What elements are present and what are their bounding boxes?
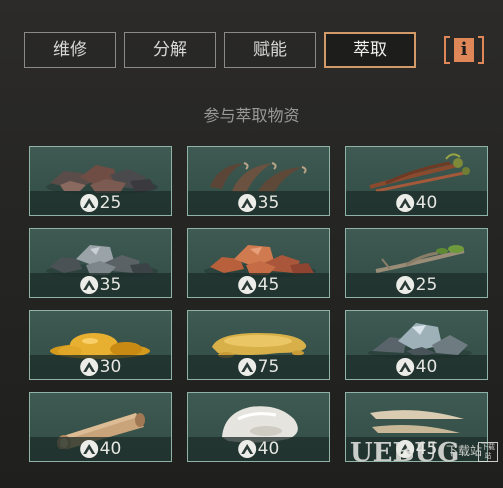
tab-repair[interactable]: 维修 <box>24 32 116 68</box>
tab-dismantle[interactable]: 分解 <box>124 32 216 68</box>
level-badge: 40 <box>395 193 438 213</box>
level-rank-icon <box>237 276 256 294</box>
tab-extract[interactable]: 萃取 <box>324 32 416 68</box>
level-rank-icon <box>79 194 98 212</box>
material-card[interactable]: 25 <box>345 228 488 298</box>
level-badge: 40 <box>395 357 438 377</box>
material-card[interactable]: 30 <box>29 310 172 380</box>
level-rank-icon <box>79 276 98 294</box>
info-icon: i <box>454 38 474 62</box>
level-value: 25 <box>415 275 438 295</box>
material-card[interactable]: 40 <box>187 392 330 462</box>
material-card[interactable]: 40 <box>345 146 488 216</box>
level-value: 35 <box>257 193 280 213</box>
watermark-tag: 下载站 <box>478 442 498 462</box>
watermark-text: UEBUG <box>350 438 460 468</box>
bracket-left <box>444 36 450 64</box>
level-rank-icon <box>395 194 414 212</box>
info-button[interactable]: i <box>444 36 484 64</box>
level-badge: 35 <box>237 193 280 213</box>
level-value: 40 <box>415 357 438 377</box>
watermark-logo: UEBUG 下载站 下载站 <box>350 438 500 484</box>
level-value: 40 <box>257 439 280 459</box>
tab-empower[interactable]: 赋能 <box>224 32 316 68</box>
materials-grid: 25 35 40 35 45 25 30 75 40 40 40 45 <box>29 146 503 488</box>
level-rank-icon <box>237 440 256 458</box>
level-rank-icon <box>79 440 98 458</box>
level-rank-icon <box>237 194 256 212</box>
level-badge: 25 <box>79 193 122 213</box>
material-card[interactable]: 75 <box>187 310 330 380</box>
material-card[interactable]: 35 <box>29 228 172 298</box>
material-card[interactable]: 45 <box>187 228 330 298</box>
level-rank-icon <box>395 358 414 376</box>
level-rank-icon <box>395 276 414 294</box>
level-badge: 35 <box>79 275 122 295</box>
level-rank-icon <box>79 358 98 376</box>
level-badge: 25 <box>395 275 438 295</box>
level-value: 35 <box>99 275 122 295</box>
level-value: 40 <box>99 439 122 459</box>
material-card[interactable]: 25 <box>29 146 172 216</box>
level-value: 75 <box>257 357 280 377</box>
level-value: 40 <box>415 193 438 213</box>
level-value: 25 <box>99 193 122 213</box>
material-card[interactable]: 40 <box>29 392 172 462</box>
material-card[interactable]: 35 <box>187 146 330 216</box>
level-value: 30 <box>99 357 122 377</box>
level-badge: 45 <box>237 275 280 295</box>
level-badge: 75 <box>237 357 280 377</box>
level-value: 45 <box>257 275 280 295</box>
section-title: 参与萃取物资 <box>203 106 300 125</box>
level-badge: 40 <box>237 439 280 459</box>
level-badge: 40 <box>79 439 122 459</box>
watermark-sub: 下载站 <box>446 444 483 458</box>
level-badge: 30 <box>79 357 122 377</box>
level-rank-icon <box>237 358 256 376</box>
material-card[interactable]: 40 <box>345 310 488 380</box>
tab-bar: 维修 分解 赋能 萃取 <box>24 32 494 68</box>
bracket-right <box>478 36 484 64</box>
